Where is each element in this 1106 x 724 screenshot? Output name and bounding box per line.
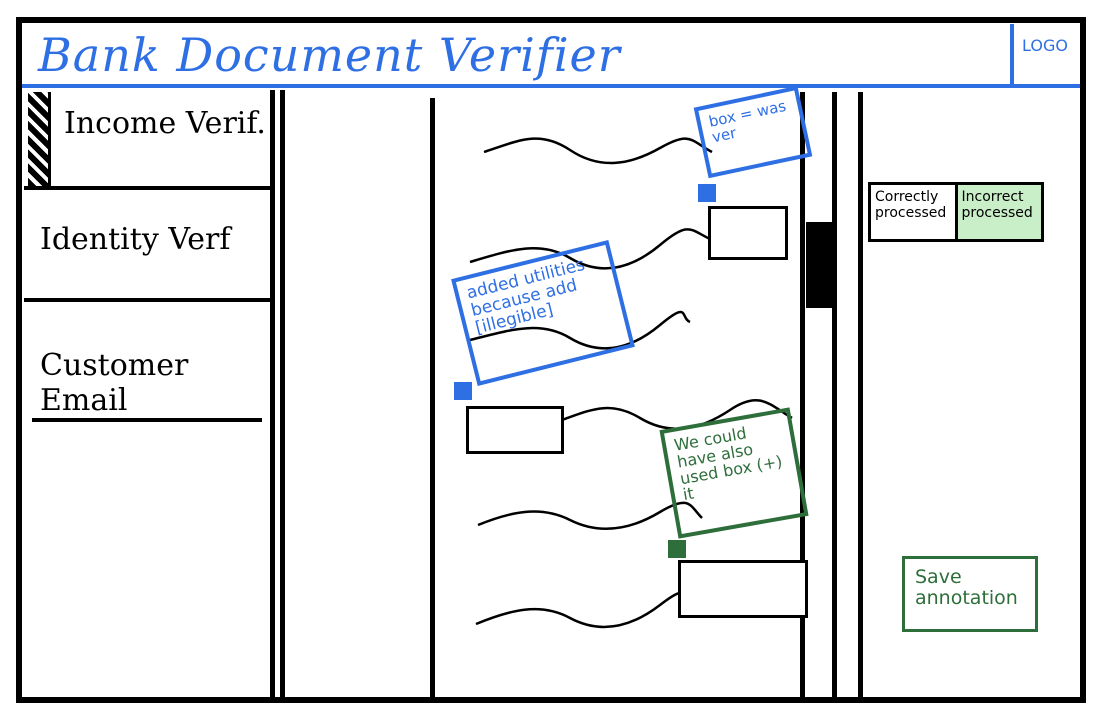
document-text-line: [483, 137, 713, 165]
incorrect-processed-option[interactable]: Incorrect processed: [954, 185, 1041, 239]
processing-status-toggle[interactable]: Correctly processed Incorrect processed: [868, 182, 1044, 242]
flag-icon[interactable]: [668, 540, 686, 558]
flag-icon[interactable]: [698, 184, 716, 202]
annotation-note[interactable]: We could have also used box (+) it: [659, 407, 809, 539]
document-field-box[interactable]: [678, 560, 808, 618]
flag-icon[interactable]: [454, 382, 472, 400]
document-field-box[interactable]: [466, 406, 564, 454]
document-text-line: [475, 591, 691, 629]
save-annotation-button[interactable]: Save annotation: [902, 556, 1038, 632]
document-field-box[interactable]: [708, 206, 788, 260]
scrollbar-thumb[interactable]: [806, 222, 836, 308]
correctly-processed-option[interactable]: Correctly processed: [871, 185, 955, 239]
document-text-line: [477, 501, 703, 531]
